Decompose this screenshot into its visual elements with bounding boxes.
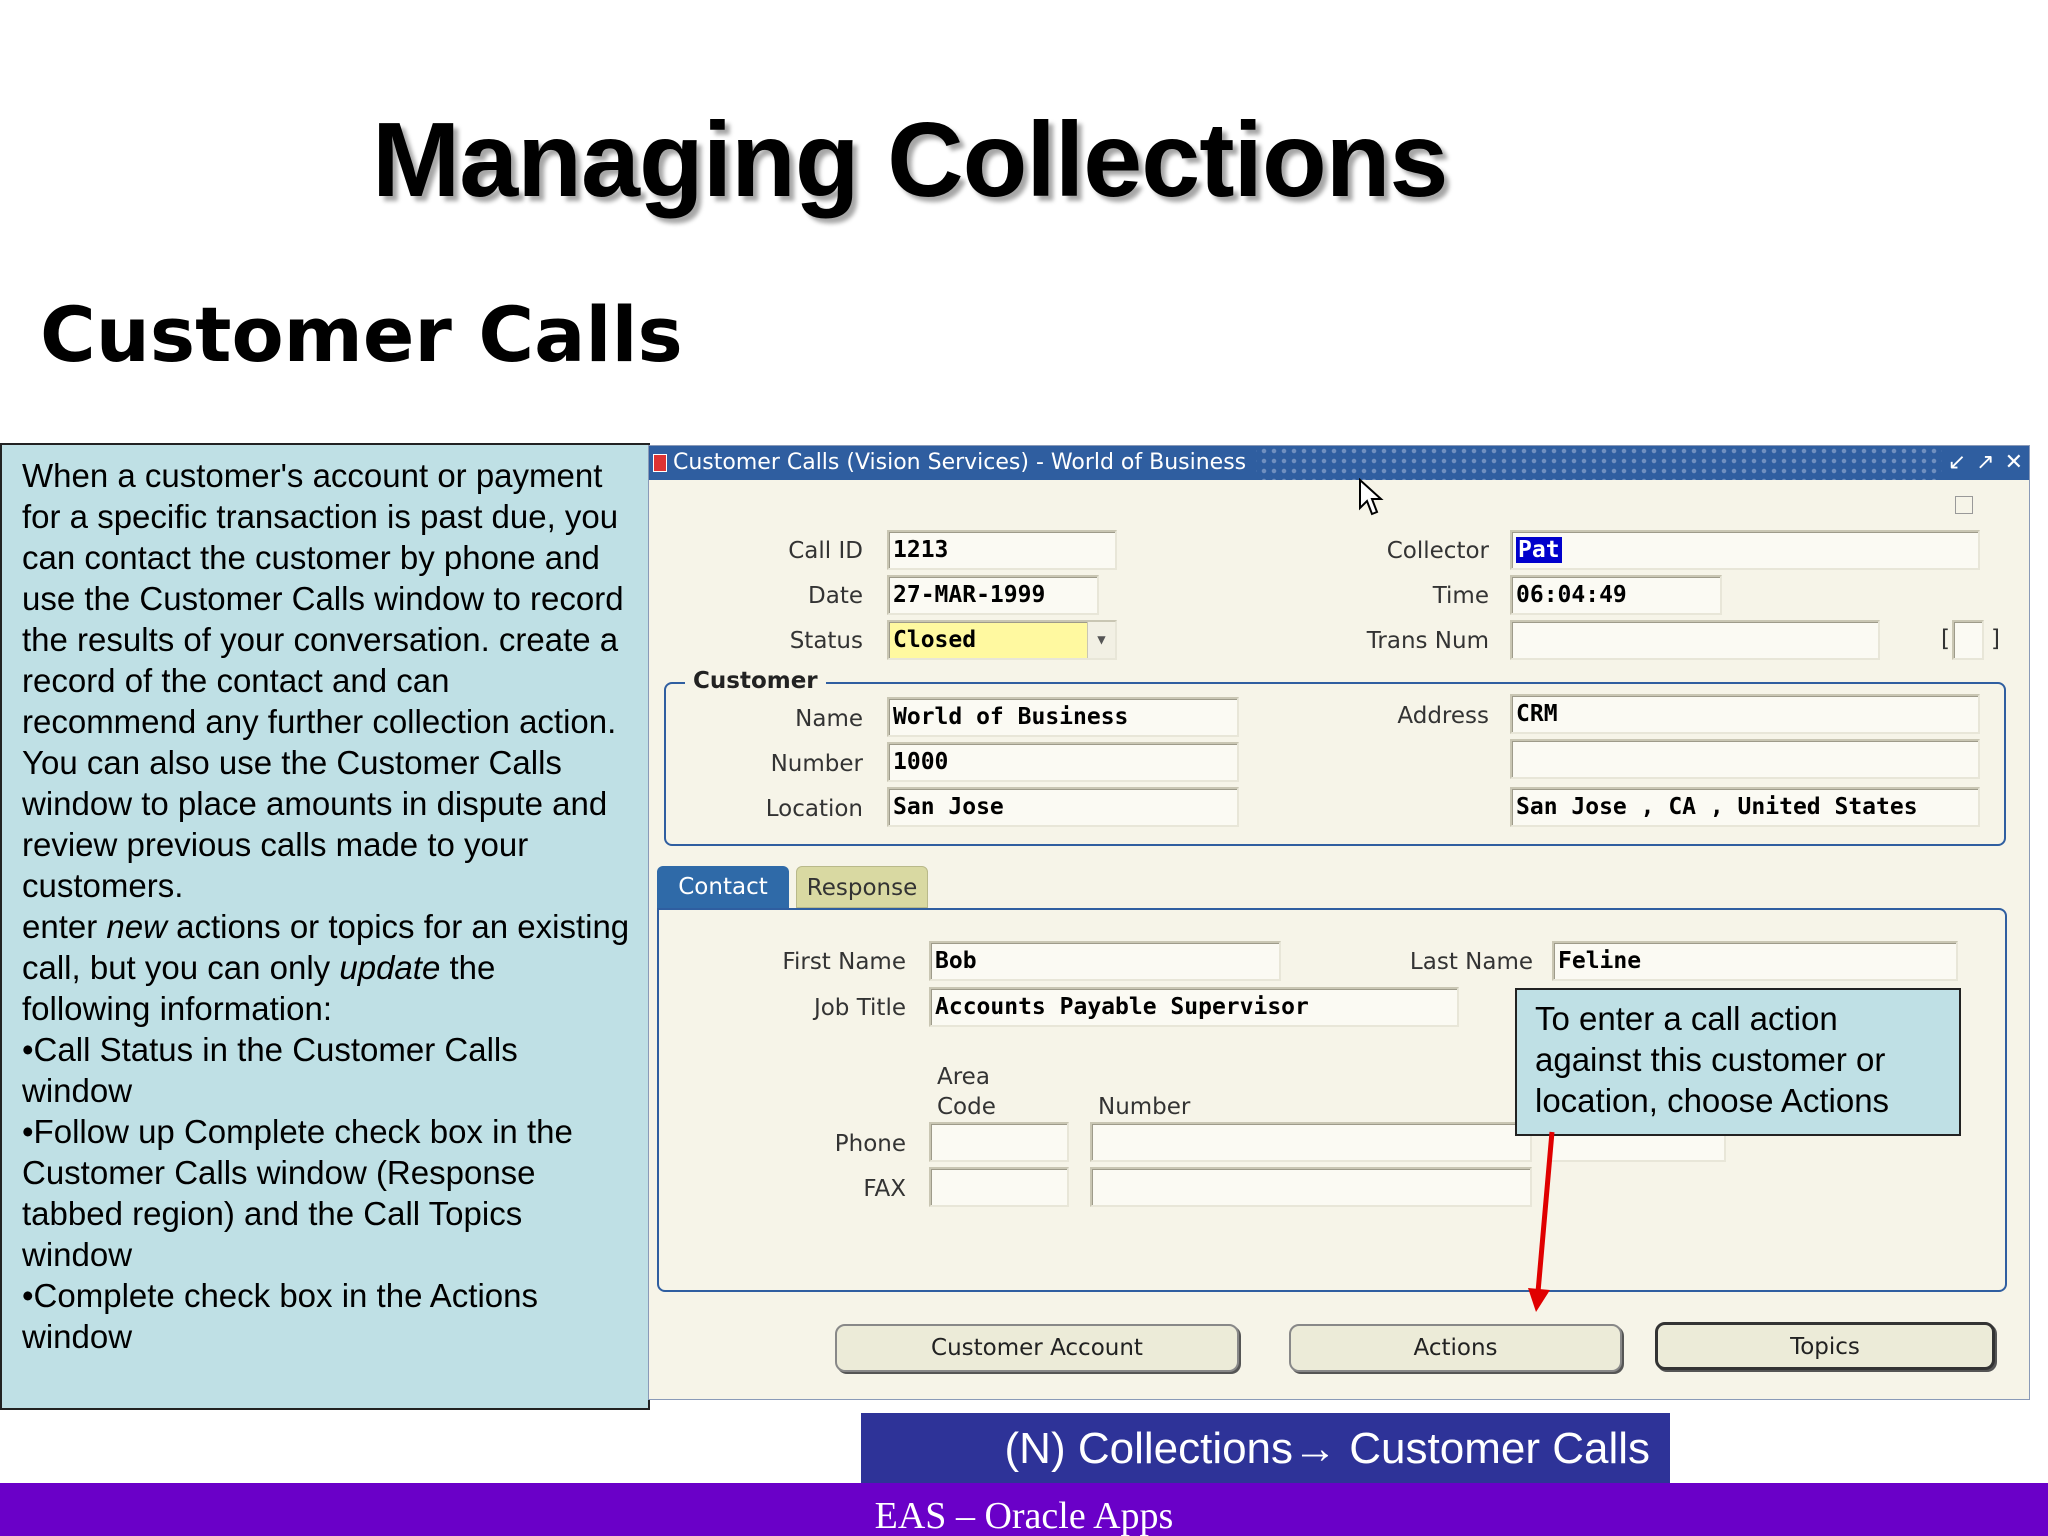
window-controls: ↙ ↗ ✕ <box>1941 446 2029 480</box>
location-label: Location <box>765 796 863 822</box>
status-select[interactable]: Closed ▼ <box>887 620 1117 660</box>
oracle-app-icon <box>653 454 667 472</box>
note-update-pre: enter <box>22 908 107 945</box>
mouse-pointer-icon <box>1359 478 1384 516</box>
window-title: Customer Calls (Vision Services) - World… <box>649 446 1257 480</box>
address-line1-field[interactable]: CRM <box>1510 694 1980 734</box>
area-label: Area <box>937 1064 990 1090</box>
chevron-down-icon[interactable]: ▼ <box>1087 622 1115 658</box>
maximize-icon[interactable]: ↗ <box>1976 446 1994 480</box>
time-field[interactable]: 06:04:49 <box>1510 575 1722 615</box>
customer-account-button[interactable]: Customer Account <box>835 1324 1239 1372</box>
phone-area-code-field[interactable] <box>929 1122 1069 1162</box>
date-field[interactable]: 27-MAR-1999 <box>887 575 1099 615</box>
bracket-close: ] <box>1991 626 2000 652</box>
bracket-open: [ <box>1941 626 1950 652</box>
slide-subtitle: Customer Calls <box>40 290 683 379</box>
address-label: Address <box>1397 703 1489 729</box>
status-label: Status <box>789 628 863 654</box>
footer: EAS – Oracle Apps <box>0 1483 2048 1536</box>
address-line2-field[interactable] <box>1510 739 1980 779</box>
job-title-label: Job Title <box>813 995 906 1021</box>
collector-field[interactable]: Pat <box>1510 530 1980 570</box>
actions-button[interactable]: Actions <box>1289 1324 1622 1372</box>
location-field[interactable]: San Jose <box>887 787 1239 827</box>
last-name-field[interactable]: Feline <box>1552 941 1958 981</box>
customer-group-label: Customer <box>685 668 826 694</box>
date-label: Date <box>808 583 863 609</box>
topics-button[interactable]: Topics <box>1655 1322 1995 1370</box>
call-id-label: Call ID <box>788 538 863 564</box>
note-update-word: update <box>339 949 441 986</box>
customer-number-field[interactable]: 1000 <box>887 742 1239 782</box>
first-name-label: First Name <box>782 949 906 975</box>
time-label: Time <box>1432 583 1489 609</box>
minimize-icon[interactable]: ↙ <box>1948 446 1966 480</box>
tab-response[interactable]: Response <box>796 866 928 908</box>
collector-value: Pat <box>1516 537 1562 563</box>
descriptive-flexfield[interactable] <box>1952 620 1984 660</box>
note-bullet: •Follow up Complete check box in the Cus… <box>22 1113 573 1273</box>
number-label: Number <box>770 751 863 777</box>
name-label: Name <box>795 706 863 732</box>
trans-num-field[interactable] <box>1510 620 1880 660</box>
actions-callout: To enter a call action against this cust… <box>1515 988 1961 1136</box>
address-line3-field[interactable]: San Jose , CA , United States <box>1510 787 1980 827</box>
first-name-field[interactable]: Bob <box>929 941 1281 981</box>
job-title-field[interactable]: Accounts Payable Supervisor <box>929 987 1459 1027</box>
fax-area-code-field[interactable] <box>929 1167 1069 1207</box>
note-bullet: •Call Status in the Customer Calls windo… <box>22 1031 518 1109</box>
navigation-path-banner: (N) Collections→ Customer Calls <box>861 1413 1670 1485</box>
note-update-paragraph: enter new actions or topics for an exist… <box>22 906 630 1029</box>
code-label: Code <box>937 1094 996 1120</box>
status-value: Closed <box>893 627 977 653</box>
close-icon[interactable]: ✕ <box>2005 446 2023 480</box>
fax-label: FAX <box>863 1176 906 1202</box>
call-id-field[interactable]: 1213 <box>887 530 1117 570</box>
fax-number-field[interactable] <box>1090 1167 1532 1207</box>
customer-name-field[interactable]: World of Business <box>887 697 1239 737</box>
slide-title: Managing Collections <box>372 101 1448 219</box>
phone-number-label: Number <box>1098 1094 1191 1120</box>
note-paragraph: When a customer's account or payment for… <box>22 457 624 740</box>
phone-label: Phone <box>834 1131 906 1157</box>
callout-arrow <box>1528 1131 1555 1312</box>
note-paragraph: You can also use the Customer Calls wind… <box>22 744 608 904</box>
customer-calls-window: Customer Calls (Vision Services) - World… <box>648 445 2030 1400</box>
note-bullet: •Complete check box in the Actions windo… <box>22 1277 538 1355</box>
window-checkbox[interactable] <box>1955 496 1973 514</box>
note-new-word: new <box>106 908 167 945</box>
tab-contact[interactable]: Contact <box>657 866 789 908</box>
trans-num-label: Trans Num <box>1366 628 1489 654</box>
collector-label: Collector <box>1386 538 1489 564</box>
phone-number-field[interactable] <box>1090 1122 1532 1162</box>
last-name-label: Last Name <box>1409 949 1533 975</box>
window-title-text: Customer Calls (Vision Services) - World… <box>673 450 1247 475</box>
note-box: When a customer's account or payment for… <box>0 443 650 1410</box>
